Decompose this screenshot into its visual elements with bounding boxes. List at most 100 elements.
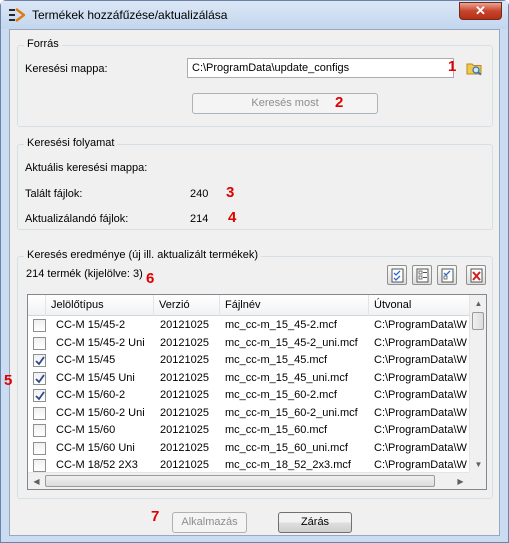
column-header-path[interactable]: Útvonal bbox=[369, 295, 469, 316]
current-folder-label: Aktuális keresési mappa: bbox=[25, 162, 148, 174]
row-path: C:\ProgramData\W bbox=[374, 354, 467, 366]
row-checkbox[interactable] bbox=[33, 371, 46, 385]
table-row[interactable]: CC-M 15/60 Uni 20121025 mc_cc-m_15_60_uni.… bbox=[28, 440, 469, 458]
title-bar[interactable]: Termékek hozzáfűzése/aktualizálása ✕ bbox=[1, 1, 508, 29]
search-folder-input[interactable]: C:\ProgramData\update_configs bbox=[187, 58, 454, 78]
deselect-all-button[interactable] bbox=[412, 265, 432, 285]
row-filename: mc_cc-m_15_45.mcf bbox=[225, 354, 328, 366]
dialog-client-area: Forrás Keresési mappa: C:\ProgramData\up… bbox=[4, 29, 500, 536]
scroll-right-arrow-icon[interactable]: ▶ bbox=[452, 473, 469, 489]
dialog-window: Termékek hozzáfűzése/aktualizálása ✕ For… bbox=[0, 0, 509, 543]
vertical-scrollbar[interactable]: ▲ ▼ bbox=[469, 295, 486, 473]
table-header: Jelölőtípus Verzió Fájlnév Útvonal bbox=[28, 295, 469, 316]
found-files-label: Talált fájlok: bbox=[25, 188, 83, 200]
checkmark-icon bbox=[35, 373, 45, 383]
marker-5: 5 bbox=[4, 372, 13, 389]
horizontal-scroll-thumb[interactable] bbox=[45, 475, 435, 487]
table-body: CC-M 15/45-2 20121025 mc_cc-m_15_45-2.mcf C… bbox=[28, 317, 469, 475]
row-path: C:\ProgramData\W bbox=[374, 406, 467, 419]
files-to-update-value: 214 bbox=[190, 213, 209, 225]
row-type: CC-M 15/60 Uni bbox=[56, 441, 135, 454]
scrollbar-corner bbox=[469, 472, 486, 489]
row-filename: mc_cc-m_15_60-2_uni.mcf bbox=[225, 406, 358, 419]
marker-1: 1 bbox=[448, 58, 457, 75]
table-row[interactable]: CC-M 15/45 20121025 mc_cc-m_15_45.mcf C:\Pr… bbox=[28, 352, 469, 370]
row-checkbox[interactable] bbox=[33, 459, 46, 472]
table-row[interactable]: CC-M 15/60-2 20121025 mc_cc-m_15_60-2.mcf C… bbox=[28, 387, 469, 405]
table-row[interactable]: CC-M 15/45 Uni 20121025 mc_cc-m_15_45_uni.… bbox=[28, 370, 469, 388]
select-all-button[interactable] bbox=[387, 265, 407, 285]
search-folder-label: Keresési mappa: bbox=[25, 63, 108, 75]
row-type: CC-M 15/45 Uni bbox=[56, 371, 135, 384]
row-checkbox[interactable] bbox=[33, 319, 46, 332]
row-checkbox[interactable] bbox=[33, 406, 46, 420]
scroll-down-arrow-icon[interactable]: ▼ bbox=[470, 456, 486, 473]
close-button[interactable]: Zárás bbox=[278, 512, 352, 533]
row-path: C:\ProgramData\W bbox=[374, 424, 467, 436]
row-version: 20121025 bbox=[160, 319, 209, 331]
row-version: 20121025 bbox=[160, 406, 209, 419]
column-header-checkbox[interactable] bbox=[28, 295, 46, 316]
row-filename: mc_cc-m_15_60.mcf bbox=[225, 424, 328, 436]
result-count-text: 214 termék (kijelölve: 3) bbox=[26, 268, 143, 280]
row-checkbox[interactable] bbox=[33, 389, 46, 402]
table-row[interactable]: CC-M 15/60-2 Uni 20121025 mc_cc-m_15_60-2_… bbox=[28, 405, 469, 423]
vertical-scroll-thumb[interactable] bbox=[472, 312, 484, 330]
window-title: Termékek hozzáfűzése/aktualizálása bbox=[32, 8, 228, 22]
apply-button[interactable]: Alkalmazás bbox=[172, 512, 247, 533]
app-icon bbox=[9, 8, 25, 22]
row-version: 20121025 bbox=[160, 424, 209, 436]
marker-3: 3 bbox=[226, 184, 235, 201]
results-toolbar bbox=[387, 265, 487, 285]
row-type: CC-M 15/45-2 bbox=[56, 319, 126, 331]
row-type: CC-M 15/60 bbox=[56, 424, 116, 436]
row-filename: mc_cc-m_15_45-2_uni.mcf bbox=[225, 336, 358, 349]
marker-2: 2 bbox=[335, 94, 344, 111]
table-row[interactable]: CC-M 15/60 20121025 mc_cc-m_15_60.mcf C:\Pr… bbox=[28, 422, 469, 440]
checkmark-icon bbox=[35, 356, 45, 366]
scroll-left-arrow-icon[interactable]: ◀ bbox=[28, 473, 45, 489]
row-checkbox[interactable] bbox=[33, 424, 46, 437]
column-header-filename[interactable]: Fájlnév bbox=[220, 295, 369, 316]
row-filename: mc_cc-m_15_45-2.mcf bbox=[225, 319, 337, 331]
row-path: C:\ProgramData\W bbox=[374, 319, 467, 331]
row-checkbox[interactable] bbox=[33, 441, 46, 455]
table-row[interactable]: CC-M 15/45-2 20121025 mc_cc-m_15_45-2.mcf C… bbox=[28, 317, 469, 335]
delete-button[interactable] bbox=[466, 265, 486, 285]
source-group-legend: Forrás bbox=[24, 38, 62, 50]
column-header-version[interactable]: Verzió bbox=[154, 295, 220, 316]
marker-7: 7 bbox=[151, 508, 160, 525]
results-group-legend: Keresés eredménye (új ill. aktualizált t… bbox=[24, 249, 262, 261]
deselect-all-icon bbox=[416, 268, 429, 283]
delete-icon bbox=[470, 268, 483, 283]
row-filename: mc_cc-m_15_45_uni.mcf bbox=[225, 371, 348, 384]
files-to-update-label: Aktualizálandó fájlok: bbox=[25, 213, 129, 225]
invert-selection-button[interactable] bbox=[437, 265, 457, 285]
close-icon: ✕ bbox=[475, 3, 486, 18]
row-path: C:\ProgramData\W bbox=[374, 389, 467, 401]
row-path: C:\ProgramData\W bbox=[374, 336, 467, 349]
marker-4: 4 bbox=[228, 209, 237, 226]
progress-group: Keresési folyamat Aktuális keresési mapp… bbox=[17, 137, 493, 230]
row-version: 20121025 bbox=[160, 441, 209, 454]
horizontal-scrollbar[interactable]: ◀ ▶ bbox=[28, 472, 469, 489]
source-group: Forrás Keresési mappa: C:\ProgramData\up… bbox=[17, 38, 493, 127]
row-path: C:\ProgramData\W bbox=[374, 371, 467, 384]
row-filename: mc_cc-m_15_60_uni.mcf bbox=[225, 441, 348, 454]
row-checkbox[interactable] bbox=[33, 336, 46, 350]
table-row[interactable]: CC-M 15/45-2 Uni 20121025 mc_cc-m_15_45-2_… bbox=[28, 335, 469, 353]
row-checkbox[interactable] bbox=[33, 354, 46, 367]
row-type: CC-M 15/45 bbox=[56, 354, 116, 366]
row-path: C:\ProgramData\W bbox=[374, 441, 467, 454]
column-header-type[interactable]: Jelölőtípus bbox=[46, 295, 154, 316]
marker-6: 6 bbox=[146, 270, 155, 287]
close-window-button[interactable]: ✕ bbox=[459, 2, 502, 20]
row-version: 20121025 bbox=[160, 389, 209, 401]
search-now-button[interactable]: Keresés most bbox=[192, 93, 378, 114]
row-version: 20121025 bbox=[160, 336, 209, 349]
browse-folder-icon[interactable] bbox=[466, 60, 482, 76]
row-filename: mc_cc-m_15_60-2.mcf bbox=[225, 389, 337, 401]
row-type: CC-M 15/45-2 Uni bbox=[56, 336, 145, 349]
scroll-up-arrow-icon[interactable]: ▲ bbox=[470, 295, 486, 312]
results-table[interactable]: Jelölőtípus Verzió Fájlnév Útvonal CC-M … bbox=[27, 294, 487, 490]
